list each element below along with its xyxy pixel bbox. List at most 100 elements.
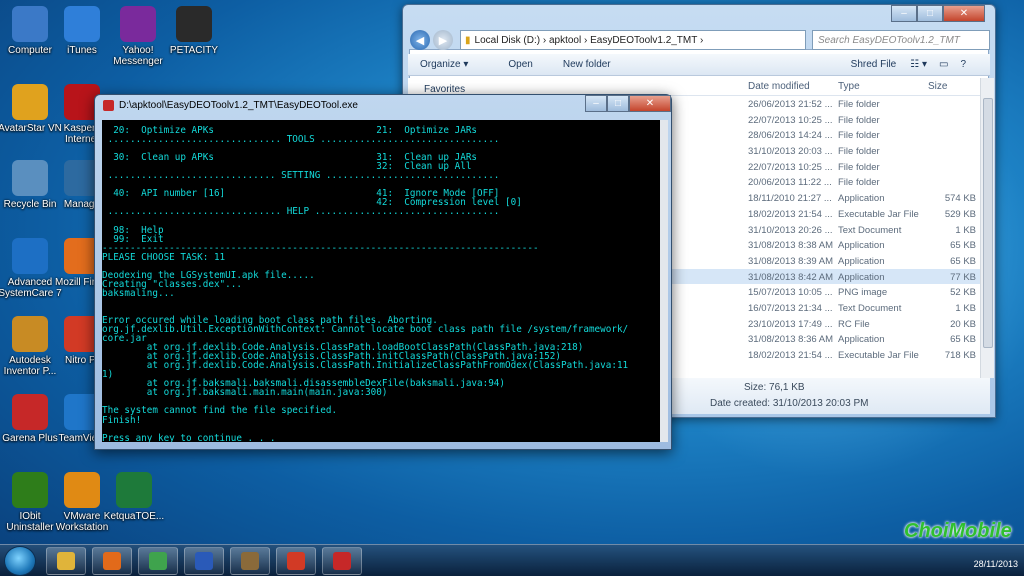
back-button[interactable]: ◀: [410, 30, 430, 50]
advanced-systemcare-icon: [12, 238, 48, 274]
taskbar: 28/11/2013: [0, 544, 1024, 576]
file-type: File folder: [838, 146, 880, 158]
chrome-taskbar-button[interactable]: [138, 547, 178, 575]
console-line: Finish!: [102, 414, 142, 426]
view-options-icon[interactable]: ☷ ▾: [910, 59, 927, 70]
maximize-button[interactable]: □: [917, 5, 943, 22]
console-line: The system cannot find the file specifie…: [102, 405, 338, 417]
file-date: 20/06/2013 11:22 ...: [748, 177, 832, 189]
console-line: .............................. SETTING .…: [102, 170, 500, 182]
console-line: baksmaling...: [102, 287, 175, 299]
window-controls: – □ ✕: [891, 5, 985, 22]
forward-button[interactable]: ▶: [433, 30, 453, 50]
explorer-icon: [57, 552, 75, 570]
explorer-toolbar: Organize ▾ Open New folder Shred File ☷ …: [408, 54, 990, 76]
help-icon[interactable]: ?: [960, 59, 966, 70]
new-folder-button[interactable]: New folder: [563, 59, 611, 70]
desktop-shortcut[interactable]: KetquaTOE...: [102, 472, 166, 522]
start-button[interactable]: [4, 546, 36, 576]
file-date: 22/07/2013 10:25 ...: [748, 114, 833, 126]
console-line: Creating "classes.dex"...: [102, 278, 242, 290]
chrome-icon: [149, 552, 167, 570]
system-tray: 28/11/2013: [974, 548, 1018, 570]
file-size: 718 KB: [944, 350, 976, 361]
file-type: PNG image: [838, 287, 888, 299]
file-date: 15/07/2013 10:05 ...: [748, 287, 833, 299]
file-date: 31/10/2013 20:03 ...: [748, 146, 833, 158]
address-bar[interactable]: ▮ Local Disk (D:) › apktool › EasyDEOToo…: [460, 30, 806, 50]
winrar-taskbar-button[interactable]: [230, 547, 270, 575]
android-apk-icon: [333, 552, 351, 570]
console-scrollbar[interactable]: [660, 120, 668, 442]
search-placeholder: Search EasyDEOToolv1.2_TMT: [818, 34, 960, 46]
file-date: 31/08/2013 8:38 AM: [748, 240, 834, 252]
excel-file-icon: [116, 472, 152, 508]
file-date: 31/08/2013 8:36 AM: [748, 334, 834, 346]
avatarstar-icon: [12, 84, 48, 120]
details-date-created: Date created: 31/10/2013 20:03 PM: [710, 398, 869, 409]
column-type[interactable]: Type: [838, 81, 860, 92]
file-type: Text Document: [838, 302, 902, 314]
file-type: Application: [838, 193, 885, 205]
desktop-shortcut[interactable]: Yahoo! Messenger: [106, 6, 170, 67]
desktop-shortcut[interactable]: iTunes: [50, 6, 114, 56]
file-size: 574 KB: [944, 193, 976, 205]
winrar-icon: [241, 552, 259, 570]
open-button[interactable]: Open: [508, 59, 532, 70]
shred-file-button[interactable]: Shred File: [851, 59, 897, 70]
file-date: 31/08/2013 8:42 AM: [748, 271, 834, 283]
file-date: 18/02/2013 21:54 ...: [748, 208, 833, 220]
file-size: 529 KB: [944, 208, 976, 220]
maximize-button[interactable]: □: [607, 95, 629, 112]
watermark-logo: ChoiMobile: [904, 520, 1012, 542]
console-line: ............................... TOOLS ..…: [102, 134, 500, 146]
file-type: Text Document: [838, 224, 902, 236]
console-line: 98: Help: [102, 224, 164, 236]
vertical-scrollbar[interactable]: [980, 78, 994, 378]
preview-pane-icon[interactable]: ▭: [939, 59, 948, 70]
word-icon: [195, 552, 213, 570]
column-date-modified[interactable]: Date modified: [748, 81, 810, 92]
desktop-shortcut[interactable]: PETACITY: [162, 6, 226, 56]
file-size: 1 KB: [955, 302, 976, 314]
computer-icon: [12, 6, 48, 42]
iobit-uninstaller-icon: [12, 472, 48, 508]
word-taskbar-button[interactable]: [184, 547, 224, 575]
clock-date[interactable]: 28/11/2013: [974, 558, 1018, 570]
console-title: D:\apktool\EasyDEOToolv1.2_TMT\EasyDEOTo…: [119, 100, 358, 111]
console-window[interactable]: D:\apktool\EasyDEOToolv1.2_TMT\EasyDEOTo…: [94, 94, 672, 450]
desktop-shortcut-label: PETACITY: [169, 45, 219, 56]
close-button[interactable]: ✕: [629, 95, 671, 112]
search-input[interactable]: Search EasyDEOToolv1.2_TMT: [812, 30, 990, 50]
file-type: Application: [838, 334, 885, 346]
file-type: RC File: [838, 318, 870, 330]
minimize-button[interactable]: –: [891, 5, 917, 22]
organize-button[interactable]: Organize ▾: [420, 59, 468, 70]
android-apk-taskbar-button[interactable]: [322, 547, 362, 575]
console-line: org.jf.dexlib.Util.ExceptionWithContext:…: [102, 324, 629, 336]
file-date: 28/06/2013 14:24 ...: [748, 130, 833, 142]
file-type: File folder: [838, 130, 880, 142]
file-size: 65 KB: [950, 255, 976, 267]
media-player-taskbar-button[interactable]: [92, 547, 132, 575]
column-size[interactable]: Size: [928, 81, 947, 92]
explorer-taskbar-button[interactable]: [46, 547, 86, 575]
file-date: 16/07/2013 21:34 ...: [748, 302, 833, 314]
petacity-icon: [176, 6, 212, 42]
close-button[interactable]: ✕: [943, 5, 985, 22]
app-icon: [103, 100, 114, 111]
nitro-taskbar-button[interactable]: [276, 547, 316, 575]
itunes-icon: [64, 6, 100, 42]
file-size: 77 KB: [950, 271, 976, 283]
minimize-button[interactable]: –: [585, 95, 607, 112]
file-type: File folder: [838, 177, 880, 189]
console-output[interactable]: 20: Optimize APKs 21: Optimize JARs ....…: [102, 120, 660, 442]
scrollbar-thumb[interactable]: [983, 98, 993, 348]
details-size: Size: 76,1 KB: [744, 382, 805, 393]
file-type: Application: [838, 255, 885, 267]
file-date: 18/11/2010 21:27 ...: [748, 193, 832, 205]
console-line: ............................... HELP ...…: [102, 206, 500, 218]
file-size: 65 KB: [950, 240, 976, 252]
